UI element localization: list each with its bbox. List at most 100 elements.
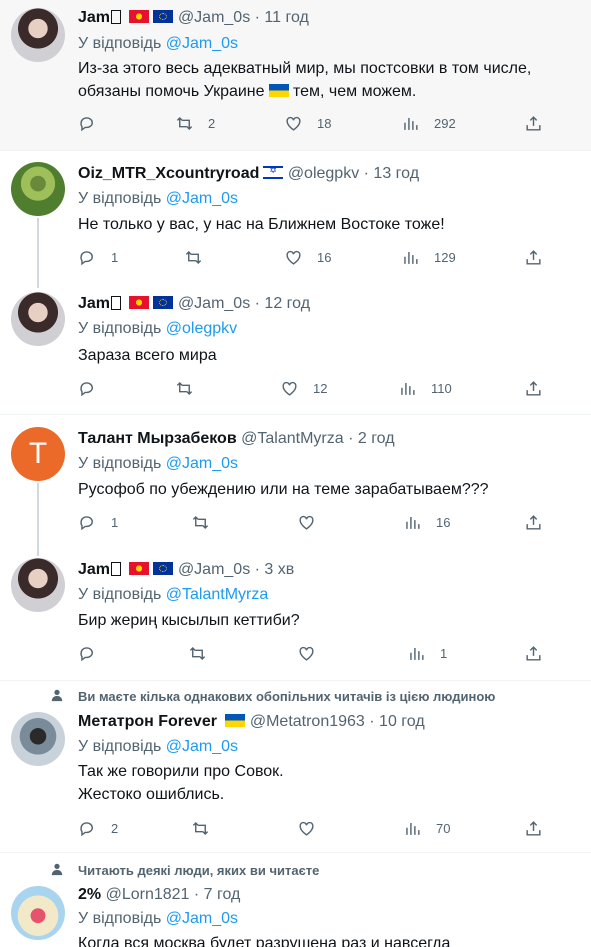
retweet-icon bbox=[185, 250, 202, 265]
tweet-text-part: тем, чем можем. bbox=[288, 83, 417, 100]
share-button[interactable] bbox=[524, 513, 543, 532]
reply-prefix: У відповідь bbox=[78, 320, 162, 337]
tweet[interactable]: Jam @Jam_0s · 11 год У відповідь @Jam_0s… bbox=[0, 0, 591, 150]
reply-button[interactable]: 1 bbox=[78, 513, 118, 532]
views-icon bbox=[406, 516, 420, 529]
avatar[interactable]: T bbox=[11, 427, 65, 481]
author-name[interactable]: Jam bbox=[78, 561, 110, 578]
retweet-button[interactable] bbox=[191, 819, 224, 838]
avatar[interactable] bbox=[11, 558, 65, 612]
author-handle[interactable]: @olegpkv bbox=[288, 165, 359, 182]
views-button[interactable]: 292 bbox=[401, 114, 456, 133]
reply-button[interactable] bbox=[78, 114, 111, 133]
share-icon bbox=[526, 515, 541, 530]
like-button[interactable]: 18 bbox=[284, 114, 331, 133]
retweet-button[interactable] bbox=[184, 248, 217, 267]
like-button[interactable] bbox=[297, 513, 330, 532]
views-button[interactable]: 129 bbox=[401, 248, 456, 267]
action-bar: 1 bbox=[78, 644, 558, 666]
reply-handle-link[interactable]: @Jam_0s bbox=[166, 455, 238, 472]
view-count: 16 bbox=[436, 515, 451, 530]
ukraine-flag-icon bbox=[268, 84, 289, 97]
reply-handle-link[interactable]: @Jam_0s bbox=[166, 35, 238, 52]
author-handle[interactable]: @Jam_0s bbox=[178, 9, 250, 26]
retweet-button[interactable] bbox=[191, 513, 224, 532]
reply-handle-link[interactable]: @TalantMyrza bbox=[166, 586, 269, 603]
like-button[interactable]: 16 bbox=[284, 248, 331, 267]
kyrgyzstan-flag-icon bbox=[129, 562, 150, 575]
views-button[interactable]: 1 bbox=[407, 644, 447, 663]
reply-context: У відповідь @TalantMyrza bbox=[78, 586, 268, 604]
like-button[interactable] bbox=[297, 644, 330, 663]
reply-handle-link[interactable]: @Jam_0s bbox=[166, 190, 238, 207]
reply-context: У відповідь @Jam_0s bbox=[78, 455, 238, 473]
reply-handle-link[interactable]: @olegpkv bbox=[166, 320, 237, 337]
author-name[interactable]: Метатрон Forever bbox=[78, 713, 217, 730]
retweet-button[interactable] bbox=[175, 379, 208, 398]
author-name[interactable]: 2% bbox=[78, 886, 101, 903]
tweet-text-part: обязаны помочь Украине bbox=[78, 83, 265, 100]
tweet-text: Из-за этого весь адекватный мир, мы пост… bbox=[78, 57, 578, 103]
author-name[interactable]: Jam bbox=[78, 9, 110, 26]
social-context: Ви маєте кілька однакових обопільних чит… bbox=[78, 689, 496, 704]
reply-button[interactable]: 2 bbox=[78, 819, 118, 838]
timestamp[interactable]: · 7 год bbox=[194, 886, 240, 903]
reply-count: 2 bbox=[111, 821, 119, 836]
share-button[interactable] bbox=[524, 819, 543, 838]
reply-context: У відповідь @Jam_0s bbox=[78, 738, 238, 756]
reply-handle-link[interactable]: @Jam_0s bbox=[166, 738, 238, 755]
tweet[interactable]: Jam @Jam_0s · 12 год У відповідь @olegpk… bbox=[0, 281, 591, 411]
unknown-glyph-icon bbox=[111, 10, 122, 24]
tweet[interactable]: Ви маєте кілька однакових обопільних чит… bbox=[0, 681, 591, 851]
avatar[interactable] bbox=[11, 8, 65, 62]
timestamp[interactable]: · 12 год bbox=[255, 295, 310, 312]
share-button[interactable] bbox=[524, 248, 543, 267]
author-handle[interactable]: @Jam_0s bbox=[178, 295, 250, 312]
tweet[interactable]: T Талант Мырзабеков @TalantMyrza · 2 год… bbox=[0, 415, 591, 545]
like-button[interactable] bbox=[297, 819, 330, 838]
timestamp[interactable]: · 3 хв bbox=[255, 561, 295, 578]
action-bar: 1 16 129 bbox=[78, 248, 558, 270]
author-handle[interactable]: @Metatron1963 bbox=[250, 713, 365, 730]
reply-button[interactable]: 1 bbox=[78, 248, 118, 267]
author-name[interactable]: Oiz_MTR_Xcountryroad bbox=[78, 165, 259, 182]
like-button[interactable]: 12 bbox=[280, 379, 327, 398]
avatar[interactable] bbox=[11, 712, 65, 766]
reply-handle-link[interactable]: @Jam_0s bbox=[166, 910, 238, 927]
author-name[interactable]: Jam bbox=[78, 295, 110, 312]
author-handle[interactable]: @Jam_0s bbox=[178, 561, 250, 578]
avatar[interactable] bbox=[11, 162, 65, 216]
views-button[interactable]: 16 bbox=[403, 513, 450, 532]
tweet[interactable]: Jam @Jam_0s · 3 хв У відповідь @TalantMy… bbox=[0, 547, 591, 677]
tweet[interactable]: Oiz_MTR_Xcountryroad @olegpkv · 13 год У… bbox=[0, 151, 591, 281]
share-button[interactable] bbox=[524, 379, 543, 398]
view-count: 1 bbox=[440, 646, 448, 661]
retweet-button[interactable]: 2 bbox=[175, 114, 215, 133]
timestamp[interactable]: · 2 год bbox=[348, 430, 394, 447]
reply-icon bbox=[80, 647, 93, 662]
reply-button[interactable] bbox=[78, 379, 111, 398]
author-handle[interactable]: @TalantMyrza bbox=[241, 430, 344, 447]
author-name[interactable]: Талант Мырзабеков bbox=[78, 430, 237, 447]
action-bar: 1 16 bbox=[78, 513, 558, 535]
timestamp[interactable]: · 10 год bbox=[369, 713, 424, 730]
ukraine-flag-icon bbox=[225, 714, 246, 727]
timestamp[interactable]: · 11 год bbox=[255, 9, 309, 26]
author-handle[interactable]: @Lorn1821 bbox=[106, 886, 190, 903]
views-button[interactable]: 110 bbox=[398, 379, 452, 398]
share-button[interactable] bbox=[524, 114, 543, 133]
reply-prefix: У відповідь bbox=[78, 738, 162, 755]
retweet-icon bbox=[176, 381, 193, 396]
reply-icon bbox=[80, 117, 93, 132]
reply-count: 1 bbox=[111, 250, 119, 265]
reply-button[interactable] bbox=[78, 644, 111, 663]
avatar[interactable] bbox=[11, 292, 65, 346]
like-icon bbox=[299, 821, 314, 836]
share-button[interactable] bbox=[524, 644, 543, 663]
share-icon bbox=[526, 821, 541, 836]
retweet-button[interactable] bbox=[188, 644, 221, 663]
avatar[interactable] bbox=[11, 886, 65, 940]
timestamp[interactable]: · 13 год bbox=[364, 165, 419, 182]
tweet[interactable]: Читають деякі люди, яких ви читаєте 2% @… bbox=[0, 853, 591, 947]
views-button[interactable]: 70 bbox=[403, 819, 450, 838]
